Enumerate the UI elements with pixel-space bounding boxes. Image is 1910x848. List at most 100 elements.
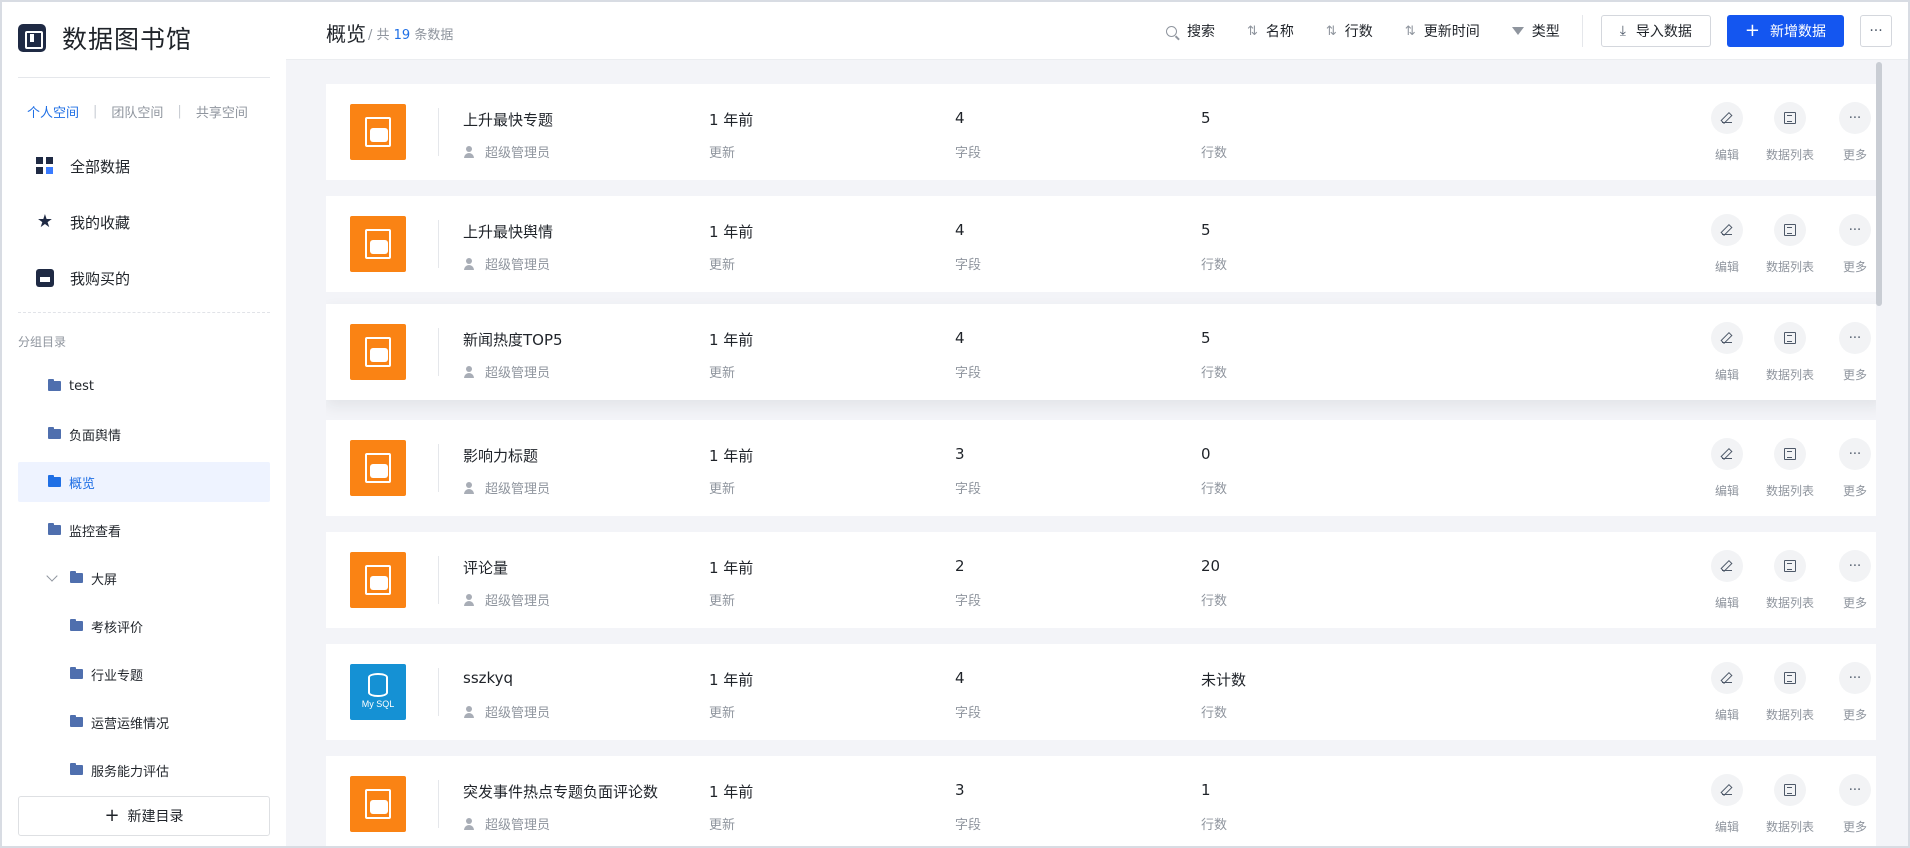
search-label: 搜索 xyxy=(1186,24,1215,40)
folder-label: 大屏 xyxy=(91,572,118,588)
data-list-button[interactable]: 数据列表 xyxy=(1760,102,1820,163)
folder-label: 概览 xyxy=(69,476,96,492)
dataset-card[interactable]: My SQL sszkyq 超级管理员 1 年前 更新 4 字段 未计数 行数 … xyxy=(326,644,1882,740)
data-list-button[interactable]: 数据列表 xyxy=(1760,662,1820,723)
mysql-icon-text: My SQL xyxy=(361,699,395,709)
scrollbar-thumb[interactable] xyxy=(1876,62,1882,306)
add-label: 新增数据 xyxy=(1770,24,1826,40)
tab-team-space[interactable]: 团队空间 xyxy=(111,102,163,121)
data-list-label: 数据列表 xyxy=(1765,596,1814,610)
edit-icon xyxy=(1722,225,1732,235)
dataset-name[interactable]: sszkyq xyxy=(463,669,513,687)
folder-label: 服务能力评估 xyxy=(91,764,170,780)
data-list-button[interactable]: 数据列表 xyxy=(1760,438,1820,499)
tab-shared-space[interactable]: 共享空间 xyxy=(196,102,248,121)
ellipsis-icon: ··· xyxy=(1839,438,1871,470)
folder-item[interactable]: 负面舆情 xyxy=(18,414,270,454)
ellipsis-icon: ··· xyxy=(1839,214,1871,246)
dataset-card[interactable]: 影响力标题 超级管理员 1 年前 更新 3 字段 0 行数 编辑 数据列表 ··… xyxy=(326,420,1882,516)
more-button[interactable]: ··· 更多 xyxy=(1825,214,1882,275)
sort-updated-label: 更新时间 xyxy=(1423,24,1480,40)
folder-item[interactable]: 服务能力评估 xyxy=(18,750,270,790)
divider xyxy=(438,668,439,716)
owner-name: 超级管理员 xyxy=(485,818,551,833)
more-label: 更多 xyxy=(1842,820,1867,834)
folder-item[interactable]: 考核评价 xyxy=(18,606,270,646)
dataset-owner: 超级管理员 xyxy=(463,590,550,609)
edit-label: 编辑 xyxy=(1714,148,1739,162)
updated-value: 1 年前 xyxy=(709,447,754,465)
data-list-button[interactable]: 数据列表 xyxy=(1760,550,1820,611)
folder-item-expandable[interactable]: 大屏 xyxy=(18,558,270,598)
dataset-card[interactable]: 突发事件热点专题负面评论数 超级管理员 1 年前 更新 3 字段 1 行数 编辑… xyxy=(326,756,1882,846)
filter-type-button[interactable]: 类型 xyxy=(1511,21,1560,41)
dataset-name[interactable]: 影响力标题 xyxy=(463,445,538,466)
more-button[interactable]: ··· 更多 xyxy=(1825,662,1882,723)
dataset-list: 上升最快专题 超级管理员 1 年前 更新 4 字段 5 行数 编辑 数据列表 ·… xyxy=(326,84,1882,846)
data-list-button[interactable]: 数据列表 xyxy=(1760,774,1820,835)
more-button[interactable]: ··· 更多 xyxy=(1825,774,1882,835)
updated-value: 1 年前 xyxy=(709,331,754,349)
grid-icon xyxy=(36,157,54,175)
user-icon xyxy=(463,257,475,270)
more-button[interactable]: ··· 更多 xyxy=(1825,550,1882,611)
new-directory-label: 新建目录 xyxy=(127,809,184,825)
import-data-button[interactable]: ⤓ 导入数据 xyxy=(1600,15,1711,47)
rows-label: 行数 xyxy=(1201,482,1228,497)
sort-rows-button[interactable]: ⇅ 行数 xyxy=(1326,21,1373,41)
data-list-label: 数据列表 xyxy=(1765,484,1814,498)
updated-value: 1 年前 xyxy=(709,783,754,801)
edit-button[interactable]: 编辑 xyxy=(1697,322,1757,383)
filter-icon xyxy=(1511,27,1524,35)
folder-item[interactable]: test xyxy=(18,366,270,406)
more-button[interactable]: ··· 更多 xyxy=(1825,322,1882,383)
edit-button[interactable]: 编辑 xyxy=(1697,438,1757,499)
folder-item[interactable]: 监控查看 xyxy=(18,510,270,550)
nav-all-data[interactable]: 全部数据 xyxy=(18,138,270,194)
fields-value: 4 xyxy=(955,669,965,687)
more-button[interactable]: ··· 更多 xyxy=(1825,102,1882,163)
sort-name-button[interactable]: ⇅ 名称 xyxy=(1247,21,1294,41)
edit-button[interactable]: 编辑 xyxy=(1697,550,1757,611)
ellipsis-icon: ··· xyxy=(1839,774,1871,806)
main-nav: 全部数据 ★ 我的收藏 我购买的 xyxy=(18,138,270,306)
folder-item[interactable]: 行业专题 xyxy=(18,654,270,694)
nav-purchased[interactable]: 我购买的 xyxy=(18,250,270,306)
dataset-name[interactable]: 突发事件热点专题负面评论数 xyxy=(463,781,658,802)
search-button[interactable]: 搜索 xyxy=(1165,21,1215,41)
brand: 数据图书馆 xyxy=(18,20,192,56)
edit-button[interactable]: 编辑 xyxy=(1697,102,1757,163)
dataset-card[interactable]: 上升最快舆情 超级管理员 1 年前 更新 4 字段 5 行数 编辑 数据列表 ·… xyxy=(326,196,1882,292)
dataset-card[interactable]: 评论量 超级管理员 1 年前 更新 2 字段 20 行数 编辑 数据列表 ···… xyxy=(326,532,1882,628)
folder-item-active[interactable]: 概览 xyxy=(18,462,270,502)
new-directory-button[interactable]: + 新建目录 xyxy=(18,796,270,836)
dataset-name[interactable]: 评论量 xyxy=(463,557,508,578)
edit-button[interactable]: 编辑 xyxy=(1697,214,1757,275)
dataset-name[interactable]: 上升最快舆情 xyxy=(463,221,553,242)
folder-item[interactable]: 运营运维情况 xyxy=(18,702,270,742)
sort-updated-button[interactable]: ⇅ 更新时间 xyxy=(1405,21,1480,41)
chevron-down-icon[interactable] xyxy=(46,570,58,582)
more-button[interactable]: ··· 更多 xyxy=(1825,438,1882,499)
data-list-button[interactable]: 数据列表 xyxy=(1760,322,1820,383)
more-options-button[interactable]: ··· xyxy=(1860,15,1892,47)
data-list-button[interactable]: 数据列表 xyxy=(1760,214,1820,275)
ellipsis-icon: ··· xyxy=(1839,662,1871,694)
rows-value: 5 xyxy=(1201,109,1211,127)
rows-label: 行数 xyxy=(1201,594,1228,609)
rows-label: 行数 xyxy=(1201,258,1228,273)
tab-personal-space[interactable]: 个人空间 xyxy=(27,102,79,121)
add-data-button[interactable]: + 新增数据 xyxy=(1726,15,1844,47)
dataset-card[interactable]: 上升最快专题 超级管理员 1 年前 更新 4 字段 5 行数 编辑 数据列表 ·… xyxy=(326,84,1882,180)
divider xyxy=(438,328,439,376)
dataset-name[interactable]: 新闻热度TOP5 xyxy=(463,329,563,350)
dataset-card[interactable]: 新闻热度TOP5 超级管理员 1 年前 更新 4 字段 5 行数 编辑 数据列表… xyxy=(326,304,1882,400)
updated-label: 更新 xyxy=(709,258,736,273)
space-tabs: 个人空间 | 团队空间 | 共享空间 xyxy=(27,102,248,121)
edit-button[interactable]: 编辑 xyxy=(1697,774,1757,835)
dataset-name[interactable]: 上升最快专题 xyxy=(463,109,553,130)
edit-label: 编辑 xyxy=(1714,484,1739,498)
edit-button[interactable]: 编辑 xyxy=(1697,662,1757,723)
nav-favorites[interactable]: ★ 我的收藏 xyxy=(18,194,270,250)
excel-file-icon xyxy=(350,216,406,272)
